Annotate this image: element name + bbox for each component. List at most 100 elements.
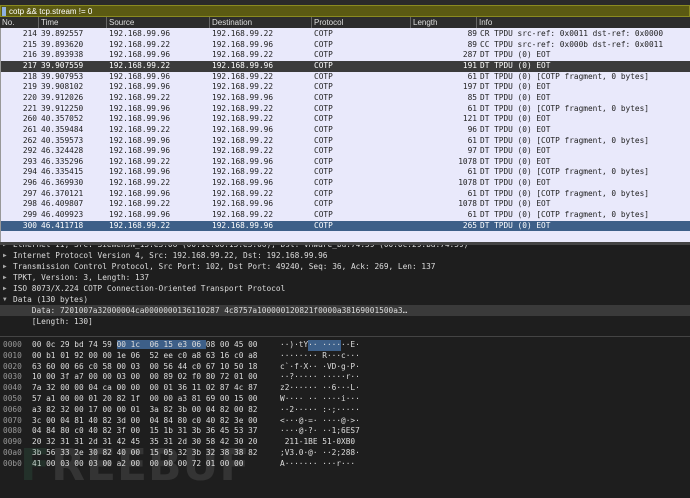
hex-byte[interactable]: 81 [192, 394, 206, 403]
packet-row[interactable]: 296 46.369930 192.168.99.22 192.168.99.96 CO… [1, 178, 690, 189]
hex-byte[interactable]: 06 [131, 351, 150, 360]
hex-byte[interactable]: bd [74, 340, 88, 349]
hex-byte[interactable]: 40 [88, 426, 102, 435]
hex-byte[interactable]: c0 [192, 362, 206, 371]
hex-byte[interactable]: 00 [102, 372, 116, 381]
hex-byte[interactable]: 67 [206, 362, 220, 371]
hex-byte[interactable]: c0 [192, 416, 206, 425]
hex-bytes[interactable]: 00 b1 01 92 00 00 1e 06 52 ee c0 a8 63 1… [32, 351, 257, 362]
hex-byte[interactable]: 00 [234, 405, 248, 414]
detail-tree-item[interactable]: ▶ TPKT, Version: 3, Length: 137 [0, 272, 690, 283]
column-no[interactable]: No. [0, 17, 14, 28]
hex-byte[interactable]: 1e [117, 351, 131, 360]
hex-byte[interactable]: 01 [60, 351, 74, 360]
hex-byte[interactable]: 04 [32, 426, 46, 435]
hex-byte[interactable]: 02 [178, 372, 192, 381]
packet-row[interactable]: 294 46.335415 192.168.99.96 192.168.99.22 CO… [1, 167, 690, 178]
hex-byte[interactable]: 15 [234, 394, 248, 403]
detail-tree-item[interactable]: Data: 7201007a32000004ca0000000136110287… [0, 305, 690, 316]
hex-byte[interactable]: 82 [220, 405, 234, 414]
hex-byte[interactable]: 00 [117, 405, 131, 414]
hex-byte[interactable]: 50 [234, 362, 248, 371]
packet-row[interactable]: 220 39.912026 192.168.99.22 192.168.99.96 CO… [1, 93, 690, 104]
hex-ascii[interactable]: A······· ···r··· [280, 459, 355, 470]
hex-bytes[interactable]: 04 84 80 c0 40 82 3f 00 15 1b 31 3b 36 4… [32, 426, 257, 437]
column-protocol[interactable]: Protocol [311, 17, 343, 28]
hex-byte[interactable]: 40 [206, 416, 220, 425]
hex-byte[interactable]: 00 [60, 362, 74, 371]
hex-bytes[interactable]: 7a 32 00 00 04 ca 00 00 00 01 36 11 02 8… [32, 383, 257, 394]
hex-byte[interactable]: 32 [46, 383, 60, 392]
hex-byte[interactable]: 81 [74, 416, 88, 425]
hex-byte[interactable]: c0 [88, 362, 102, 371]
hex-byte[interactable]: ca [102, 383, 116, 392]
hex-byte[interactable]: 32 [60, 405, 74, 414]
hex-byte[interactable]: 1b [164, 426, 178, 435]
hex-byte[interactable]: 3b [192, 426, 206, 435]
hex-byte[interactable]: 00 [88, 351, 102, 360]
hex-byte[interactable]: 15 [149, 426, 163, 435]
packet-row[interactable]: 300 46.411718 192.168.99.22 192.168.99.96 CO… [1, 220, 690, 232]
column-info[interactable]: Info [476, 17, 492, 28]
hex-byte[interactable]: 00 [220, 340, 234, 349]
hex-byte[interactable]: 69 [206, 394, 220, 403]
hex-byte[interactable]: 45 [234, 340, 248, 349]
hex-byte[interactable]: f0 [192, 372, 206, 381]
hex-byte[interactable]: 00 [248, 340, 257, 349]
hex-bytes[interactable]: 3c 00 04 81 40 82 3d 00 04 84 80 c0 40 8… [32, 416, 257, 427]
packet-row[interactable]: 215 39.893620 192.168.99.22 192.168.99.96 CO… [1, 40, 690, 51]
hex-byte[interactable]: 01 [88, 394, 102, 403]
hex-byte[interactable]: 06 [149, 340, 164, 349]
hex-byte[interactable]: 00 [220, 394, 234, 403]
hex-byte[interactable]: 06 [191, 340, 206, 349]
hex-byte[interactable]: 92 [74, 351, 88, 360]
hex-ascii[interactable]: W···· ·· ····i··· [280, 394, 360, 405]
hex-byte[interactable]: 0c [46, 340, 60, 349]
hex-byte[interactable]: 17 [88, 405, 102, 414]
hex-byte[interactable]: 00 [60, 383, 74, 392]
hex-byte[interactable]: b1 [46, 351, 60, 360]
hex-byte[interactable]: 80 [206, 372, 220, 381]
hex-byte[interactable]: 29 [60, 340, 74, 349]
hex-byte[interactable]: c0 [74, 426, 88, 435]
hex-byte[interactable]: 80 [178, 416, 192, 425]
hex-byte[interactable]: e3 [177, 340, 192, 349]
hex-byte[interactable]: 11 [192, 383, 206, 392]
packet-row[interactable]: 216 39.893938 192.168.99.96 192.168.99.22 CO… [1, 50, 690, 61]
detail-tree-item[interactable]: ▶ Internet Protocol Version 4, Src: 192.1… [0, 250, 690, 261]
hex-byte[interactable]: 72 [220, 372, 234, 381]
packet-row[interactable]: 292 46.324428 192.168.99.96 192.168.99.22 CO… [1, 146, 690, 157]
hex-byte[interactable]: 37 [248, 426, 257, 435]
hex-ascii[interactable]: c`·f·X·· ·VD·g·P· [280, 362, 360, 373]
hex-byte[interactable]: 80 [60, 426, 74, 435]
hex-byte[interactable]: a8 [248, 351, 257, 360]
detail-tree-item[interactable]: ▶ Transmission Control Protocol, Src Port… [0, 261, 690, 272]
hex-byte[interactable]: 63 [206, 351, 220, 360]
hex-byte[interactable]: 00 [117, 383, 131, 392]
hex-byte[interactable]: a7 [74, 372, 88, 381]
hex-byte[interactable]: 84 [164, 416, 178, 425]
expand-arrow-icon[interactable]: ▶ [3, 250, 7, 261]
hex-byte[interactable]: 00 [131, 426, 150, 435]
hex-bytes[interactable]: 10 00 3f a7 00 00 03 00 00 89 02 f0 80 7… [32, 372, 257, 383]
hex-byte[interactable]: 3f [117, 426, 131, 435]
hex-byte[interactable]: ee [164, 351, 178, 360]
hex-byte[interactable]: a3 [32, 405, 46, 414]
hex-byte[interactable]: 00 [116, 340, 131, 349]
hex-byte[interactable]: 59 [102, 340, 116, 349]
hex-bytes[interactable]: 63 60 00 66 c0 58 00 03 00 56 44 c0 67 1… [32, 362, 257, 373]
hex-byte[interactable]: a3 [178, 394, 192, 403]
hex-byte[interactable]: 00 [74, 394, 88, 403]
hex-byte[interactable]: 00 [149, 362, 163, 371]
packet-row[interactable]: 261 40.359484 192.168.99.22 192.168.99.96 CO… [1, 125, 690, 136]
bookmark-icon[interactable] [2, 6, 6, 16]
hex-byte[interactable]: 1f [131, 394, 150, 403]
hex-ascii[interactable]: ;V3.0·@· ··2;288· [280, 448, 360, 459]
expand-arrow-icon[interactable]: ▶ [3, 283, 7, 294]
detail-tree-item[interactable]: ▼ Data (130 bytes) [0, 294, 690, 305]
hex-byte[interactable]: 3b [178, 405, 192, 414]
hex-byte[interactable]: 66 [74, 362, 88, 371]
packet-row-partial[interactable] [1, 231, 690, 242]
hex-bytes[interactable]: 57 a1 00 00 01 20 82 1f 00 00 a3 81 69 0… [32, 394, 257, 405]
hex-byte[interactable]: a8 [192, 351, 206, 360]
